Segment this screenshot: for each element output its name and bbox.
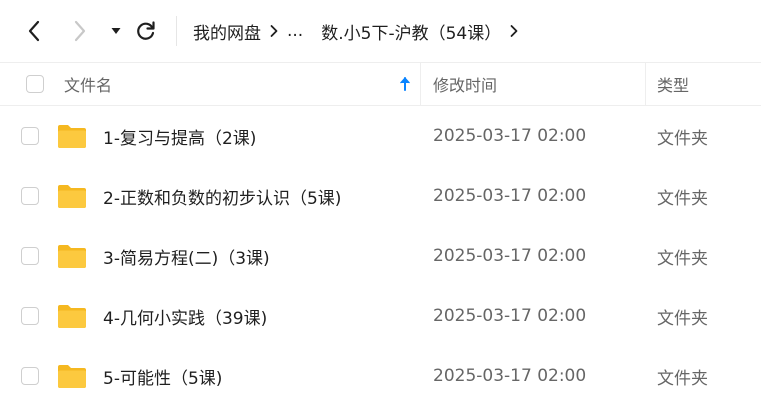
row-checkbox[interactable] (21, 187, 39, 205)
toolbar-divider (176, 16, 177, 46)
folder-icon (57, 106, 87, 166)
refresh-icon (135, 20, 157, 42)
row-checkbox-cell (21, 286, 39, 346)
select-all-checkbox[interactable] (26, 75, 44, 93)
breadcrumb-current[interactable]: 数.小5下-沪教（54课） (309, 19, 501, 44)
file-modified: 2025-03-17 02:00 (433, 126, 587, 146)
chevron-left-icon (26, 19, 42, 43)
file-type: 文件夹 (657, 308, 708, 329)
refresh-button[interactable] (132, 17, 160, 45)
file-name[interactable]: 3-简易方程(二)（3课) (103, 226, 270, 286)
sort-ascending-icon[interactable] (398, 63, 412, 105)
breadcrumb-separator-icon (261, 17, 287, 45)
file-type: 文件夹 (657, 368, 708, 389)
breadcrumb-ellipsis[interactable]: ... (287, 21, 309, 41)
table-row[interactable]: 3-简易方程(二)（3课) 2025-03-17 02:00 文件夹 (0, 226, 761, 286)
file-name[interactable]: 4-几何小实践（39课) (103, 286, 267, 346)
row-checkbox[interactable] (21, 127, 39, 145)
table-header: 文件名 修改时间 类型 (0, 62, 761, 106)
forward-button[interactable] (66, 17, 94, 45)
folder-icon (57, 166, 87, 226)
row-checkbox[interactable] (21, 367, 39, 385)
file-modified: 2025-03-17 02:00 (433, 186, 587, 206)
row-checkbox-cell (21, 346, 39, 406)
navigation-bar: 我的网盘 ... 数.小5下-沪教（54课） (0, 0, 761, 62)
file-name[interactable]: 2-正数和负数的初步认识（5课) (103, 166, 341, 226)
row-checkbox[interactable] (21, 307, 39, 325)
breadcrumb: 我的网盘 ... 数.小5下-沪教（54课） (193, 17, 527, 45)
file-name[interactable]: 1-复习与提高（2课) (103, 106, 256, 166)
row-checkbox-cell (21, 106, 39, 166)
file-type: 文件夹 (657, 248, 708, 269)
file-modified: 2025-03-17 02:00 (433, 246, 587, 266)
column-resize-handle[interactable] (420, 63, 421, 105)
back-button[interactable] (20, 17, 48, 45)
file-type: 文件夹 (657, 128, 708, 149)
table-row[interactable]: 1-复习与提高（2课) 2025-03-17 02:00 文件夹 (0, 106, 761, 166)
folder-icon (57, 226, 87, 286)
table-row[interactable]: 5-可能性（5课) 2025-03-17 02:00 文件夹 (0, 346, 761, 406)
file-browser-window: 我的网盘 ... 数.小5下-沪教（54课） 文件名 修改时间 类型 1-复习与… (0, 0, 761, 418)
file-modified: 2025-03-17 02:00 (433, 366, 587, 386)
table-row[interactable]: 2-正数和负数的初步认识（5课) 2025-03-17 02:00 文件夹 (0, 166, 761, 226)
breadcrumb-expand-icon[interactable] (501, 17, 527, 45)
row-checkbox[interactable] (21, 247, 39, 265)
breadcrumb-root[interactable]: 我的网盘 (193, 19, 261, 44)
row-checkbox-cell (21, 226, 39, 286)
column-resize-handle[interactable] (645, 63, 646, 105)
row-checkbox-cell (21, 166, 39, 226)
file-list: 1-复习与提高（2课) 2025-03-17 02:00 文件夹 2-正数和负数… (0, 106, 761, 406)
caret-down-icon (110, 26, 122, 36)
column-header-name[interactable]: 文件名 (64, 63, 112, 105)
column-header-modified[interactable]: 修改时间 (433, 63, 497, 105)
column-header-type[interactable]: 类型 (657, 63, 689, 105)
select-all-cell (26, 63, 44, 105)
file-type: 文件夹 (657, 188, 708, 209)
history-dropdown-button[interactable] (102, 17, 130, 45)
chevron-right-icon (72, 19, 88, 43)
table-row[interactable]: 4-几何小实践（39课) 2025-03-17 02:00 文件夹 (0, 286, 761, 346)
folder-icon (57, 286, 87, 346)
file-name[interactable]: 5-可能性（5课) (103, 346, 222, 406)
folder-icon (57, 346, 87, 406)
file-modified: 2025-03-17 02:00 (433, 306, 587, 326)
